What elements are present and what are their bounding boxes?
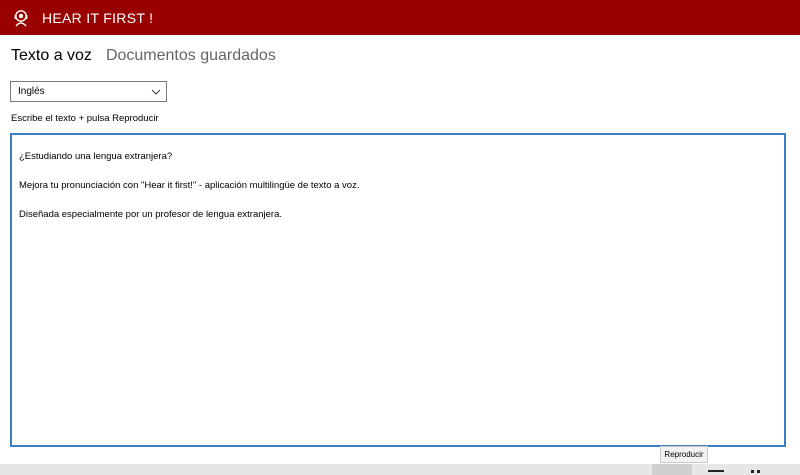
language-dropdown-value: Inglés bbox=[18, 86, 45, 97]
instruction-label: Escribe el texto + pulsa Reproducir bbox=[11, 113, 159, 124]
play-button[interactable] bbox=[652, 464, 692, 475]
tab-documentos-guardados[interactable]: Documentos guardados bbox=[106, 47, 276, 65]
text-paragraph: Mejora tu pronunciación con "Hear it fir… bbox=[19, 180, 360, 191]
app-window: HEAR IT FIRST ! Texto a voz Documentos g… bbox=[0, 0, 800, 475]
title-bar: HEAR IT FIRST ! bbox=[0, 0, 800, 35]
save-button[interactable] bbox=[705, 464, 727, 475]
app-title: HEAR IT FIRST ! bbox=[42, 9, 154, 26]
headphones-person-icon bbox=[14, 9, 28, 26]
text-paragraph: ¿Estudiando una lengua extranjera? bbox=[19, 151, 173, 162]
play-tooltip: Reproducir bbox=[660, 446, 708, 463]
tab-bar: Texto a voz Documentos guardados bbox=[11, 47, 276, 65]
more-button[interactable] bbox=[745, 464, 767, 475]
save-icon bbox=[708, 470, 724, 472]
text-paragraph: Diseñada especialmente por un profesor d… bbox=[19, 209, 282, 220]
language-dropdown[interactable]: Inglés bbox=[10, 81, 167, 102]
text-input-area[interactable]: ¿Estudiando una lengua extranjera? Mejor… bbox=[10, 133, 786, 447]
tab-texto-a-voz[interactable]: Texto a voz bbox=[11, 47, 92, 65]
chevron-down-icon bbox=[151, 89, 161, 95]
more-icon bbox=[751, 470, 760, 473]
